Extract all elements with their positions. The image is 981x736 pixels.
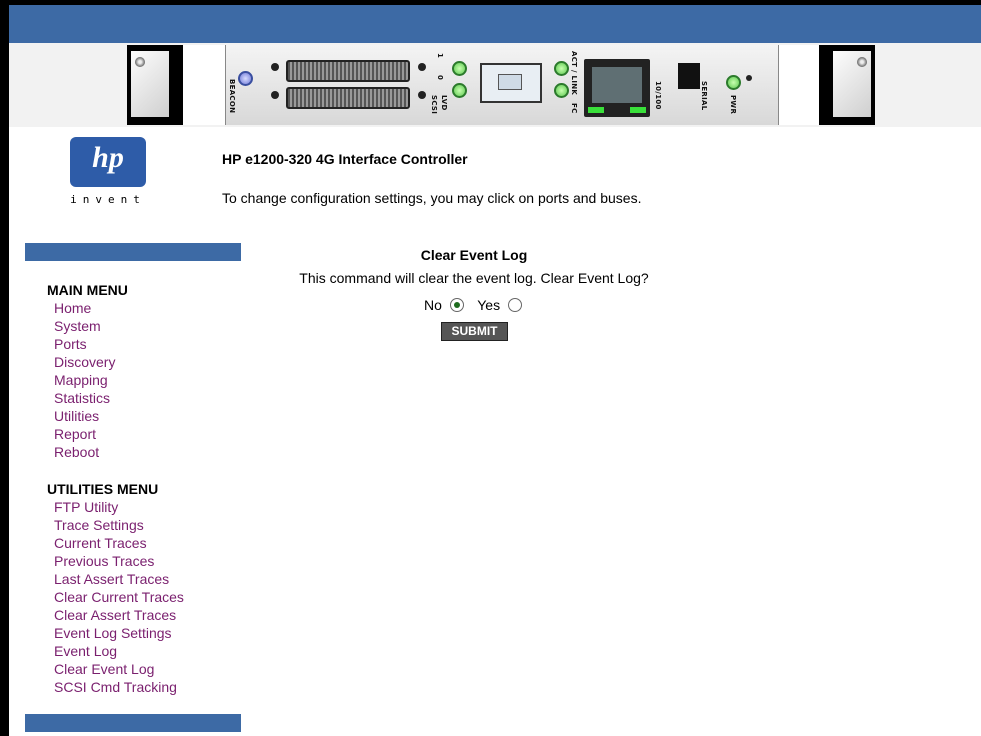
ethernet-left-led-icon bbox=[588, 107, 604, 113]
menu-link-last-assert-traces[interactable]: Last Assert Traces bbox=[47, 570, 184, 588]
scsi-port-1-label: 1 bbox=[436, 53, 444, 59]
menu-link-ports[interactable]: Ports bbox=[47, 335, 128, 353]
menu-link-home[interactable]: Home bbox=[47, 299, 128, 317]
sidebar-top-bar bbox=[25, 243, 241, 261]
pwr-label: PWR bbox=[729, 95, 737, 115]
scsi-port-0-label: 0 bbox=[436, 75, 444, 81]
menu-link-clear-event-log[interactable]: Clear Event Log bbox=[47, 660, 184, 678]
menu-link-event-log-settings[interactable]: Event Log Settings bbox=[47, 624, 184, 642]
menu-link-statistics[interactable]: Statistics bbox=[47, 389, 128, 407]
power-led-icon bbox=[726, 75, 741, 90]
invent-tagline: invent bbox=[70, 193, 146, 206]
hp-logo: hp bbox=[70, 137, 146, 187]
fc-port[interactable] bbox=[480, 63, 542, 103]
menu-link-utilities[interactable]: Utilities bbox=[47, 407, 128, 425]
menu-link-report[interactable]: Report bbox=[47, 425, 128, 443]
scsi-label: SCSI bbox=[430, 95, 438, 115]
menu-link-scsi-cmd-tracking[interactable]: SCSI Cmd Tracking bbox=[47, 678, 184, 696]
act-link-label: ACT / LINK bbox=[570, 51, 578, 96]
option-yes-radio[interactable] bbox=[507, 298, 522, 312]
menu-link-clear-current-traces[interactable]: Clear Current Traces bbox=[47, 588, 184, 606]
screw-icon bbox=[857, 57, 867, 67]
menu-link-system[interactable]: System bbox=[47, 317, 128, 335]
menu-link-ftp-utility[interactable]: FTP Utility bbox=[47, 498, 184, 516]
screw-icon bbox=[135, 57, 145, 67]
utilities-menu: UTILITIES MENU FTP Utility Trace Setting… bbox=[47, 480, 184, 696]
option-yes-label: Yes bbox=[477, 297, 501, 313]
hp-logo-mark: hp bbox=[92, 141, 124, 174]
fc-label: FC bbox=[570, 103, 578, 114]
scsi-port-1[interactable] bbox=[286, 60, 410, 82]
fc-led-icon bbox=[554, 83, 569, 98]
beacon-label: BEACON bbox=[228, 79, 236, 114]
ethernet-right-led-icon bbox=[630, 107, 646, 113]
right-bracket bbox=[819, 45, 875, 125]
menu-link-reboot[interactable]: Reboot bbox=[47, 443, 128, 461]
beacon-led-icon[interactable] bbox=[238, 71, 253, 86]
menu-link-current-traces[interactable]: Current Traces bbox=[47, 534, 184, 552]
controller-faceplate-image: BEACON 1 0 SCSI LVD ACT / LINK FC 10/100… bbox=[127, 45, 875, 125]
dialog-message: This command will clear the event log. C… bbox=[299, 270, 649, 286]
confirm-options: No Yes bbox=[290, 297, 658, 313]
menu-link-trace-settings[interactable]: Trace Settings bbox=[47, 516, 184, 534]
sidebar-bottom-bar bbox=[25, 714, 241, 732]
option-no-label: No bbox=[424, 297, 442, 313]
scsi-1-led-icon bbox=[452, 61, 467, 76]
window-left-border bbox=[0, 0, 9, 736]
top-banner-bar bbox=[9, 5, 981, 43]
act-link-led-icon bbox=[554, 61, 569, 76]
option-no-radio[interactable] bbox=[449, 298, 464, 312]
scsi-port-0-indicator bbox=[271, 91, 279, 99]
menu-link-discovery[interactable]: Discovery bbox=[47, 353, 128, 371]
serial-label: SERIAL bbox=[700, 81, 708, 111]
faceplate: BEACON 1 0 SCSI LVD ACT / LINK FC 10/100… bbox=[225, 45, 779, 125]
utilities-menu-heading: UTILITIES MENU bbox=[47, 481, 159, 497]
left-bracket bbox=[127, 45, 183, 125]
scsi-port-0[interactable] bbox=[286, 87, 410, 109]
lvd-label: LVD bbox=[440, 95, 448, 111]
dialog-title: Clear Event Log bbox=[420, 247, 528, 263]
menu-link-clear-assert-traces[interactable]: Clear Assert Traces bbox=[47, 606, 184, 624]
menu-link-previous-traces[interactable]: Previous Traces bbox=[47, 552, 184, 570]
main-menu: MAIN MENU Home System Ports Discovery Ma… bbox=[47, 281, 128, 461]
scsi-port-1-indicator bbox=[271, 63, 279, 71]
scsi-0-led-icon bbox=[452, 83, 467, 98]
menu-link-event-log[interactable]: Event Log bbox=[47, 642, 184, 660]
page-title: HP e1200-320 4G Interface Controller bbox=[222, 151, 468, 167]
page-instruction: To change configuration settings, you ma… bbox=[222, 190, 642, 206]
ethernet-port[interactable] bbox=[584, 59, 650, 117]
submit-button[interactable]: SUBMIT bbox=[441, 322, 508, 341]
menu-link-mapping[interactable]: Mapping bbox=[47, 371, 128, 389]
ethernet-label: 10/100 bbox=[654, 81, 662, 110]
main-menu-heading: MAIN MENU bbox=[47, 282, 128, 298]
